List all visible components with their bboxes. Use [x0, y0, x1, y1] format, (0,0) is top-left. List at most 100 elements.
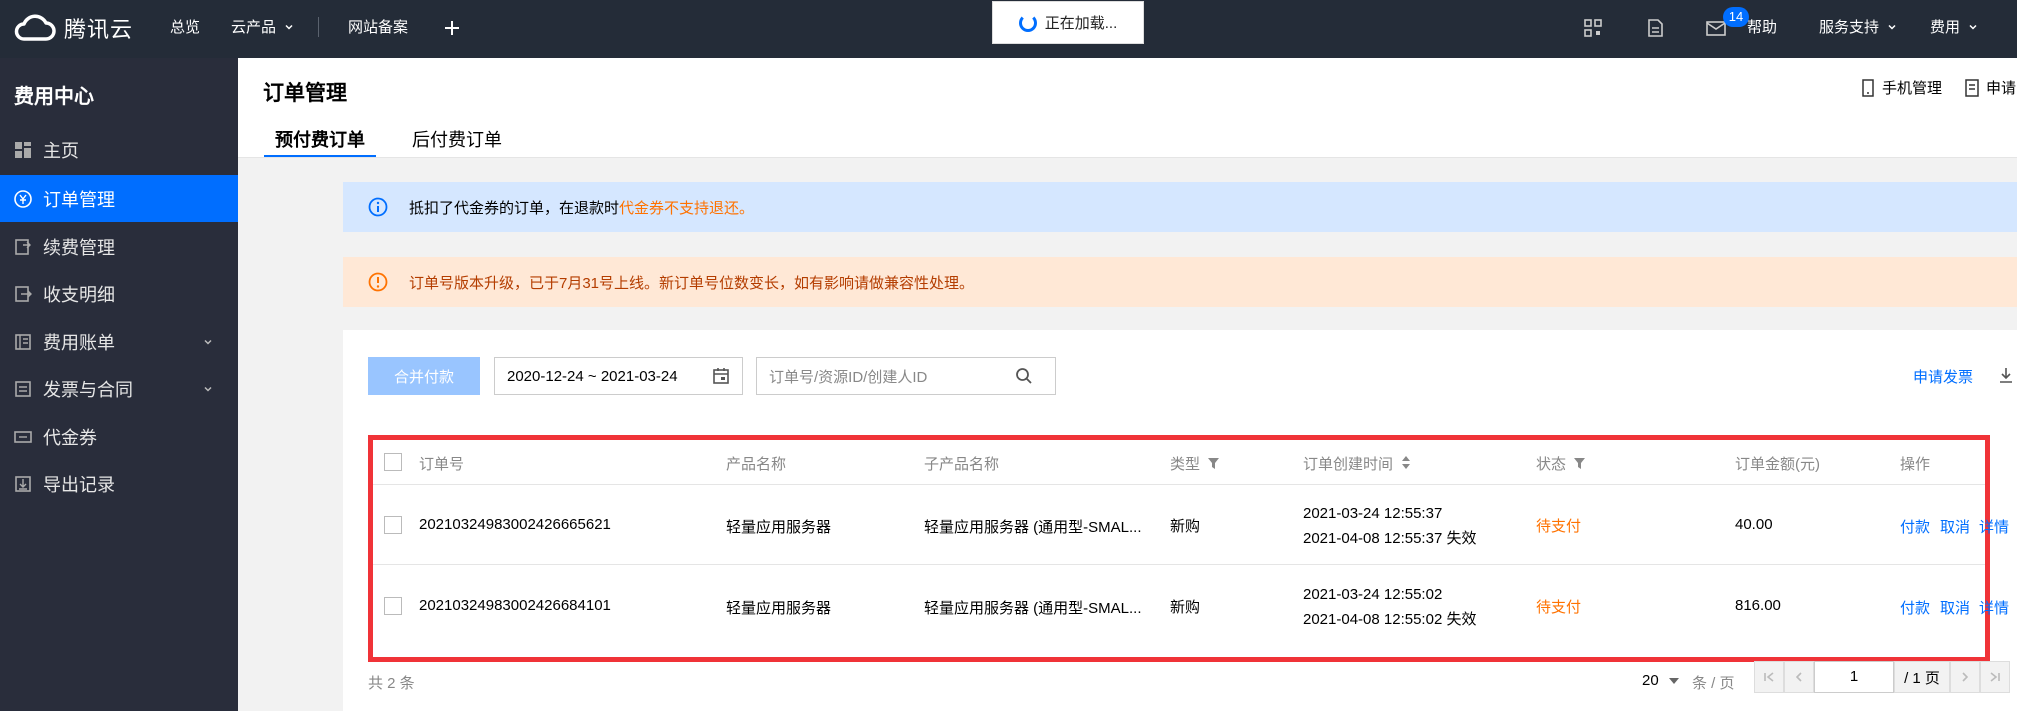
sidebar-item-export-records[interactable]: 导出记录: [0, 460, 238, 507]
column-header-product: 产品名称: [726, 456, 787, 473]
product-name: 轻量应用服务器: [726, 519, 832, 536]
order-id: 20210324983002426684101: [419, 597, 611, 614]
filter-icon[interactable]: [1208, 458, 1220, 469]
column-header-type[interactable]: 类型: [1170, 453, 1220, 474]
loading-indicator: 正在加载...: [992, 1, 1144, 44]
document-icon[interactable]: [1643, 16, 1667, 40]
sidebar-item-transactions[interactable]: 收支明细: [0, 270, 238, 317]
brand-logo[interactable]: 腾讯云: [12, 11, 133, 45]
expire-time: 2021-04-08 12:55:37 失效: [1303, 530, 1477, 547]
nav-help[interactable]: 帮助: [1747, 16, 1777, 37]
row-checkbox[interactable]: [384, 597, 402, 615]
tab-prepaid-orders[interactable]: 预付费订单: [275, 126, 365, 152]
last-page-button[interactable]: [1980, 661, 2010, 693]
nav-cloud-products[interactable]: 云产品: [231, 16, 294, 37]
orders-table: 订单号 产品名称 子产品名称 类型 订单创建时间 状态 订单金额(元) 操作 2…: [368, 435, 2009, 662]
sidebar-item-label: 代金券: [43, 427, 97, 448]
plus-icon[interactable]: [440, 16, 464, 40]
column-header-order-id: 订单号: [419, 456, 465, 473]
first-page-button[interactable]: [1754, 661, 1784, 693]
sub-product-name: 轻量应用服务器 (通用型-SMAL...: [924, 600, 1142, 617]
order-amount: 816.00: [1735, 597, 1781, 614]
detail-icon: [15, 285, 32, 302]
next-page-button[interactable]: [1950, 661, 1980, 693]
cancel-link[interactable]: 取消: [1940, 516, 1970, 537]
cancel-link[interactable]: 取消: [1940, 597, 1970, 618]
brand-name: 腾讯云: [64, 17, 134, 42]
download-icon[interactable]: [1998, 366, 2014, 384]
column-header-status-label: 状态: [1536, 456, 1567, 473]
search-icon[interactable]: [1015, 367, 1033, 385]
grid-icon: [15, 141, 31, 158]
nav-cloud-products-label: 云产品: [231, 19, 277, 36]
order-type: 新购: [1170, 518, 1201, 535]
message-count-badge: 14: [1723, 7, 1749, 27]
mobile-management-label: 手机管理: [1882, 80, 1943, 97]
created-time: 2021-03-24 12:55:02: [1303, 586, 1443, 603]
total-count: 共 2 条: [368, 675, 415, 692]
page-title: 订单管理: [263, 82, 347, 105]
pagination: 1 / 1 页: [1754, 661, 2010, 693]
info-alert-text: 抵扣了代金券的订单，在退款时代金券不支持退还。: [409, 197, 754, 218]
pay-link[interactable]: 付款: [1900, 597, 1930, 618]
sidebar-item-invoice-contract[interactable]: 发票与合同: [0, 365, 238, 412]
select-all-checkbox[interactable]: [384, 453, 402, 471]
info-alert: 抵扣了代金券的订单，在退款时代金券不支持退还。: [343, 182, 2017, 232]
page-size-select[interactable]: 20: [1642, 672, 1679, 689]
product-name: 轻量应用服务器: [726, 600, 832, 617]
chevron-down-icon: [1888, 24, 1896, 30]
row-checkbox[interactable]: [384, 516, 402, 534]
sort-icon[interactable]: [1401, 456, 1411, 469]
filter-icon[interactable]: [1574, 458, 1586, 469]
table-row: 20210324983002426665621 轻量应用服务器 轻量应用服务器 …: [373, 485, 2009, 565]
warning-icon: [368, 272, 388, 292]
sidebar-item-voucher[interactable]: 代金券: [0, 413, 238, 460]
last-page-icon: [1990, 672, 2000, 682]
sidebar-item-bills[interactable]: 费用账单: [0, 318, 238, 365]
loading-text: 正在加载...: [1044, 15, 1118, 32]
order-id: 20210324983002426665621: [419, 516, 611, 533]
cloud-logo-icon: [14, 14, 56, 41]
renew-icon: [15, 238, 31, 255]
info-alert-prefix: 抵扣了代金券的订单，在退款时: [409, 199, 620, 217]
mobile-management-link[interactable]: 手机管理: [1860, 77, 1942, 98]
page-number-input[interactable]: 1: [1814, 661, 1894, 693]
column-header-created-time[interactable]: 订单创建时间: [1303, 453, 1411, 474]
orders-card: 合并付款 2020-12-24 ~ 2021-03-24 订单号/资源ID/创建…: [343, 330, 2017, 711]
chevron-left-icon: [1795, 672, 1802, 682]
prev-page-button[interactable]: [1784, 661, 1814, 693]
column-header-amount: 订单金额(元): [1735, 456, 1820, 473]
sidebar-item-label: 续费管理: [43, 237, 115, 258]
sidebar-item-order-management[interactable]: 订单管理: [0, 175, 238, 222]
voucher-icon: [14, 430, 32, 443]
column-header-type-label: 类型: [1170, 456, 1201, 473]
nav-service-support-label: 服务支持: [1819, 19, 1880, 36]
chevron-right-icon: [1962, 672, 1969, 682]
sidebar-title: 费用中心: [14, 86, 94, 108]
search-placeholder: 订单号/资源ID/创建人ID: [769, 368, 928, 386]
page-header: 订单管理 手机管理 申请 预付费订单 后付费订单: [238, 58, 2017, 158]
nav-service-support[interactable]: 服务支持: [1819, 16, 1897, 37]
sidebar-item-label: 主页: [43, 140, 79, 161]
pay-link[interactable]: 付款: [1900, 516, 1930, 537]
nav-website-filing[interactable]: 网站备案: [348, 16, 408, 37]
apply-invoice-link[interactable]: 申请发票: [1913, 366, 1973, 387]
column-header-status[interactable]: 状态: [1536, 453, 1586, 474]
sidebar-item-label: 发票与合同: [43, 379, 133, 400]
qrcode-icon[interactable]: [1581, 16, 1605, 40]
order-search-input[interactable]: 订单号/资源ID/创建人ID: [756, 357, 1056, 395]
merge-payment-button[interactable]: 合并付款: [368, 357, 480, 395]
apply-link[interactable]: 申请: [1964, 77, 2016, 98]
details-link[interactable]: 详情: [1979, 597, 2009, 618]
caret-down-icon: [1668, 678, 1679, 684]
table-row: 20210324983002426684101 轻量应用服务器 轻量应用服务器 …: [373, 566, 2009, 646]
details-link[interactable]: 详情: [1979, 516, 2009, 537]
nav-billing[interactable]: 费用: [1930, 16, 1978, 37]
chevron-down-icon: [204, 339, 212, 345]
sidebar-item-renewal[interactable]: 续费管理: [0, 223, 238, 270]
nav-overview[interactable]: 总览: [170, 16, 200, 37]
tab-postpaid-orders[interactable]: 后付费订单: [412, 126, 502, 152]
date-range-picker[interactable]: 2020-12-24 ~ 2021-03-24: [494, 357, 743, 395]
sidebar-item-home[interactable]: 主页: [0, 126, 238, 173]
mobile-icon: [1862, 78, 1874, 97]
